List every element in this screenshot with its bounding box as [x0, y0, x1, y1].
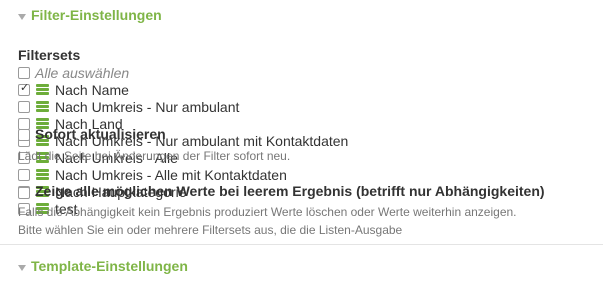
filtersets-help: Bitte wählen Sie ein oder mehrere Filter…	[18, 223, 403, 237]
select-all-label[interactable]: Alle auswählen	[35, 65, 129, 81]
zeige-alle-checkbox[interactable]	[18, 187, 30, 199]
filterset-icon	[36, 169, 49, 180]
zeige-alle-label[interactable]: Zeige alle möglichen Werte bei leerem Er…	[35, 183, 545, 199]
filterset-icon	[36, 84, 49, 95]
sofort-aktualisieren-help: Lädt die Seite bei Änderungen der Filter…	[18, 149, 291, 163]
sofort-aktualisieren-checkbox[interactable]	[18, 129, 30, 141]
zeige-alle-help: Falls die Abhängigkeit kein Ergebnis pro…	[18, 205, 517, 219]
filterset-label[interactable]: Nach Umkreis - Nur ambulant	[55, 99, 239, 115]
filterset-label[interactable]: Nach Umkreis - Alle mit Kontaktdaten	[55, 167, 287, 183]
filtersets-heading: Filtersets	[18, 47, 81, 63]
sofort-aktualisieren-label[interactable]: Sofort aktualisieren	[35, 126, 166, 142]
template-section-title[interactable]: Template-Einstellungen	[31, 258, 188, 274]
filterset-checkbox[interactable]	[18, 81, 30, 96]
section-divider	[0, 244, 603, 245]
filter-section-title[interactable]: Filter-Einstellungen	[31, 7, 162, 23]
filterset-checkbox[interactable]	[18, 101, 30, 113]
collapse-triangle-icon[interactable]	[18, 14, 26, 20]
filterset-label[interactable]: Nach Name	[55, 82, 129, 98]
select-all-checkbox[interactable]	[18, 67, 30, 79]
collapse-triangle-icon[interactable]	[18, 265, 26, 271]
filterset-icon	[36, 101, 49, 112]
filterset-checkbox[interactable]	[18, 169, 30, 181]
